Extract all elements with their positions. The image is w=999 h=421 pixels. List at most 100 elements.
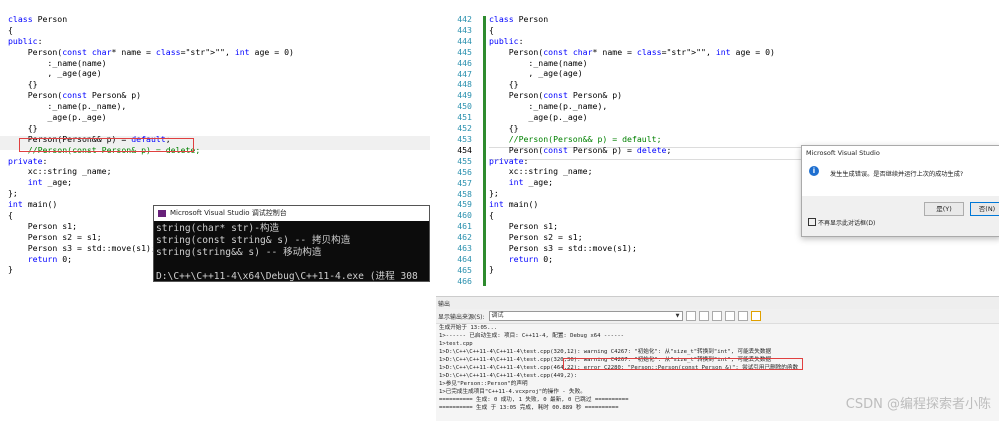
code-text: Person s3 = std::move(s1); <box>8 242 156 253</box>
line-number-gutter: 442 443 444 445 446 447 448 449 450 451 452 453 454 4… <box>436 14 472 287</box>
right-code-line[interactable]: _age(p._age) <box>489 112 809 123</box>
code-text: class Person <box>8 14 68 24</box>
code-text: }; <box>489 188 499 199</box>
console-app-icon <box>158 210 166 217</box>
left-code-line[interactable]: {} <box>0 79 430 90</box>
left-code-line[interactable]: { <box>0 25 430 36</box>
right-code-line[interactable]: class Person <box>489 14 809 25</box>
right-code-editor[interactable]: class Person{public: Person(const char* … <box>489 14 809 286</box>
code-text: public: <box>8 35 43 46</box>
yes-button[interactable]: 是(Y) <box>924 202 964 216</box>
find-message-icon[interactable] <box>685 311 696 321</box>
code-text: Person s1; <box>489 220 559 231</box>
right-code-line[interactable]: Person s2 = s1; <box>489 232 809 243</box>
output-line: 1>D:\C++\C++11-4\C++11-4\test.cpp(449,2)… <box>439 373 578 379</box>
right-code-line[interactable]: {} <box>489 123 809 134</box>
right-code-line[interactable]: :_name(p._name), <box>489 101 809 112</box>
right-code-line[interactable]: return 0; <box>489 254 809 265</box>
clear-all-icon[interactable] <box>724 311 735 321</box>
line-number: 458 <box>457 188 472 199</box>
right-code-line[interactable]: , _age(age) <box>489 68 809 79</box>
code-text: private: <box>489 155 529 166</box>
right-code-line[interactable]: { <box>489 25 809 36</box>
left-code-line[interactable]: private: <box>0 156 430 167</box>
code-text: , _age(age) <box>8 68 102 79</box>
right-code-line[interactable]: Person(const Person& p) = delete; <box>489 145 809 156</box>
output-source-value: 调试 <box>491 312 504 319</box>
line-number: 460 <box>457 210 472 221</box>
right-code-line[interactable]: {} <box>489 79 809 90</box>
code-text: :_name(name) <box>8 57 107 68</box>
right-code-line[interactable]: Person(const char* name = class="str">""… <box>489 47 809 58</box>
line-number: 450 <box>457 101 472 112</box>
dont-show-checkbox[interactable]: 不再显示此对话框(D) <box>808 218 875 227</box>
line-number: 457 <box>457 177 472 188</box>
code-text: }; <box>8 188 18 199</box>
right-code-line[interactable]: xc::string _name; <box>489 166 809 177</box>
word-wrap-icon[interactable] <box>737 311 748 321</box>
console-line: D:\C++\C++11-4\x64\Debug\C++11-4.exe (进程… <box>156 271 418 282</box>
output-title: 输出 <box>436 297 999 309</box>
left-code-line[interactable]: _age(p._age) <box>0 112 430 123</box>
right-code-line[interactable]: } <box>489 264 809 275</box>
line-number: 456 <box>457 166 472 177</box>
output-line: 1>test.cpp <box>439 341 473 347</box>
right-code-line[interactable]: int _age; <box>489 177 809 188</box>
right-code-line[interactable]: //Person(Person&& p) = default; <box>489 134 809 145</box>
debug-console-window[interactable]: Microsoft Visual Studio 调试控制台 string(cha… <box>153 205 430 282</box>
output-line: 1>参见"Person::Person"的声明 <box>439 381 528 387</box>
console-titlebar[interactable]: Microsoft Visual Studio 调试控制台 <box>154 206 429 221</box>
right-code-line[interactable]: }; <box>489 188 809 199</box>
next-message-icon[interactable] <box>711 311 722 321</box>
line-number: 455 <box>457 155 472 166</box>
prev-message-icon[interactable] <box>698 311 709 321</box>
code-text: { <box>8 210 13 221</box>
left-code-line[interactable]: public: <box>0 36 430 47</box>
console-output: string(char* str)-构造 string(const string&… <box>154 221 429 282</box>
right-code-line[interactable]: Person(const Person& p) <box>489 90 809 101</box>
left-code-line[interactable]: xc::string _name; <box>0 166 430 177</box>
left-code-line[interactable]: Person(const char* name = class="str">""… <box>0 47 430 58</box>
code-text: } <box>489 264 494 275</box>
right-code-line[interactable]: Person s3 = std::move(s1); <box>489 243 809 254</box>
code-text: {} <box>489 122 519 133</box>
output-source-select[interactable]: 调试 ▼ <box>488 311 683 321</box>
no-button[interactable]: 否(N) <box>970 202 999 216</box>
console-title: Microsoft Visual Studio 调试控制台 <box>170 209 287 217</box>
code-text: _age(p._age) <box>489 112 588 123</box>
code-text: } <box>8 264 13 275</box>
output-line: 1>------ 已启动生成: 项目: C++11-4, 配置: Debug x… <box>439 333 625 339</box>
output-line: 生成开始于 13:05... <box>439 325 498 331</box>
code-text: { <box>489 210 494 221</box>
code-text: {} <box>8 122 38 133</box>
left-code-line[interactable]: :_name(p._name), <box>0 101 430 112</box>
toggle-icon[interactable] <box>750 311 761 321</box>
code-text: //Person(Person&& p) = default; <box>508 133 662 144</box>
code-text: {} <box>8 79 38 90</box>
left-code-line[interactable]: {} <box>0 123 430 134</box>
left-code-line[interactable]: int _age; <box>0 177 430 188</box>
left-code-line[interactable]: :_name(name) <box>0 58 430 69</box>
code-text: public: <box>489 35 524 46</box>
build-error-dialog: Microsoft Visual Studio i 发生生成错误。是否继续并运行… <box>801 145 999 237</box>
right-code-line[interactable]: Person s1; <box>489 221 809 232</box>
left-code-line[interactable]: Person(const Person& p) <box>0 90 430 101</box>
line-number: 446 <box>457 57 472 68</box>
left-code-line[interactable]: class Person <box>0 14 430 25</box>
code-text: Person(const char* name = class="str">""… <box>8 46 294 57</box>
right-code-line[interactable]: int main() <box>489 199 809 210</box>
right-code-line[interactable]: public: <box>489 36 809 47</box>
checkbox-icon[interactable] <box>808 218 816 226</box>
right-code-line[interactable]: { <box>489 210 809 221</box>
checkbox-label: 不再显示此对话框(D) <box>818 220 876 227</box>
right-code-line[interactable] <box>489 275 809 286</box>
code-text: Person(const char* name = class="str">""… <box>489 46 775 57</box>
line-number: 448 <box>457 79 472 90</box>
watermark: CSDN @编程探索者小陈 <box>845 397 991 412</box>
code-text: xc::string _name; <box>8 166 112 177</box>
right-code-line[interactable]: :_name(name) <box>489 58 809 69</box>
right-code-line[interactable]: private: <box>489 156 809 167</box>
left-code-line[interactable]: }; <box>0 188 430 199</box>
left-code-line[interactable]: , _age(age) <box>0 68 430 79</box>
console-line: string(char* str)-构造 <box>156 223 280 234</box>
